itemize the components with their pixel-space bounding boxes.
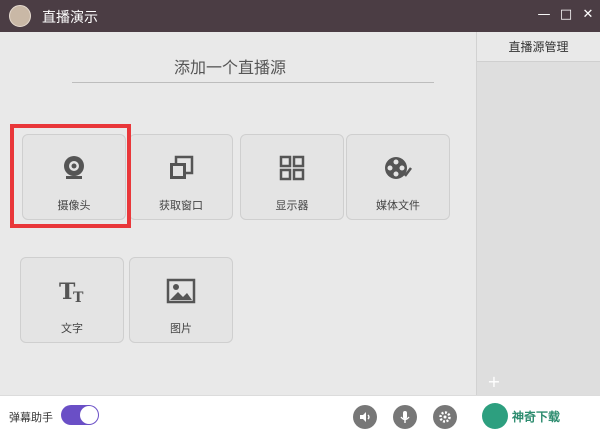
- microphone-button[interactable]: [393, 405, 417, 429]
- page-title: 添加一个直播源: [173, 58, 286, 77]
- sidebar-actions: + −: [485, 372, 545, 409]
- title-divider: [72, 82, 434, 83]
- bottom-bar: 弹幕助手 神奇下载: [0, 395, 600, 435]
- film-reel-icon: [347, 153, 449, 183]
- settings-button[interactable]: [433, 405, 457, 429]
- source-tile-window-capture[interactable]: 获取窗口: [129, 134, 233, 220]
- selection-highlight: [10, 124, 131, 228]
- source-tile-display[interactable]: 显示器: [240, 134, 344, 220]
- microphone-icon: [400, 411, 410, 423]
- source-tile-media-file[interactable]: 媒体文件: [346, 134, 450, 220]
- app-title: 直播演示: [42, 10, 98, 26]
- close-button[interactable]: ✕: [579, 5, 597, 25]
- image-icon: [130, 276, 232, 306]
- app-avatar-icon: [9, 5, 31, 27]
- tile-label: 显示器: [275, 199, 309, 212]
- source-tile-text[interactable]: T T 文字: [20, 257, 124, 343]
- sidebar-title: 直播源管理: [477, 32, 600, 62]
- tile-label: 媒体文件: [376, 199, 420, 212]
- add-source-button[interactable]: +: [485, 374, 503, 390]
- grid-display-icon: [241, 153, 343, 183]
- danmaku-toggle[interactable]: [61, 405, 99, 425]
- maximize-button[interactable]: □: [557, 5, 575, 25]
- gear-icon: [439, 411, 451, 423]
- brand-text: 神奇下载: [512, 409, 561, 424]
- window-capture-icon: [130, 153, 232, 183]
- title-bar: 直播演示 — □ ✕: [0, 0, 600, 32]
- brand-logo-icon: [482, 403, 508, 429]
- source-tile-image[interactable]: 图片: [129, 257, 233, 343]
- danmaku-label: 弹幕助手: [9, 411, 53, 424]
- svg-text:T: T: [73, 290, 84, 305]
- speaker-icon: [360, 412, 370, 422]
- tile-label: 图片: [170, 322, 192, 335]
- minimize-button[interactable]: —: [535, 5, 553, 25]
- text-icon: T T: [21, 276, 123, 306]
- tile-label: 文字: [61, 322, 83, 335]
- toggle-knob: [80, 406, 98, 424]
- source-manager-panel: 直播源管理 + −: [476, 32, 600, 409]
- tile-label: 获取窗口: [159, 199, 203, 212]
- brand-watermark: 神奇下载: [482, 401, 600, 431]
- speaker-button[interactable]: [353, 405, 377, 429]
